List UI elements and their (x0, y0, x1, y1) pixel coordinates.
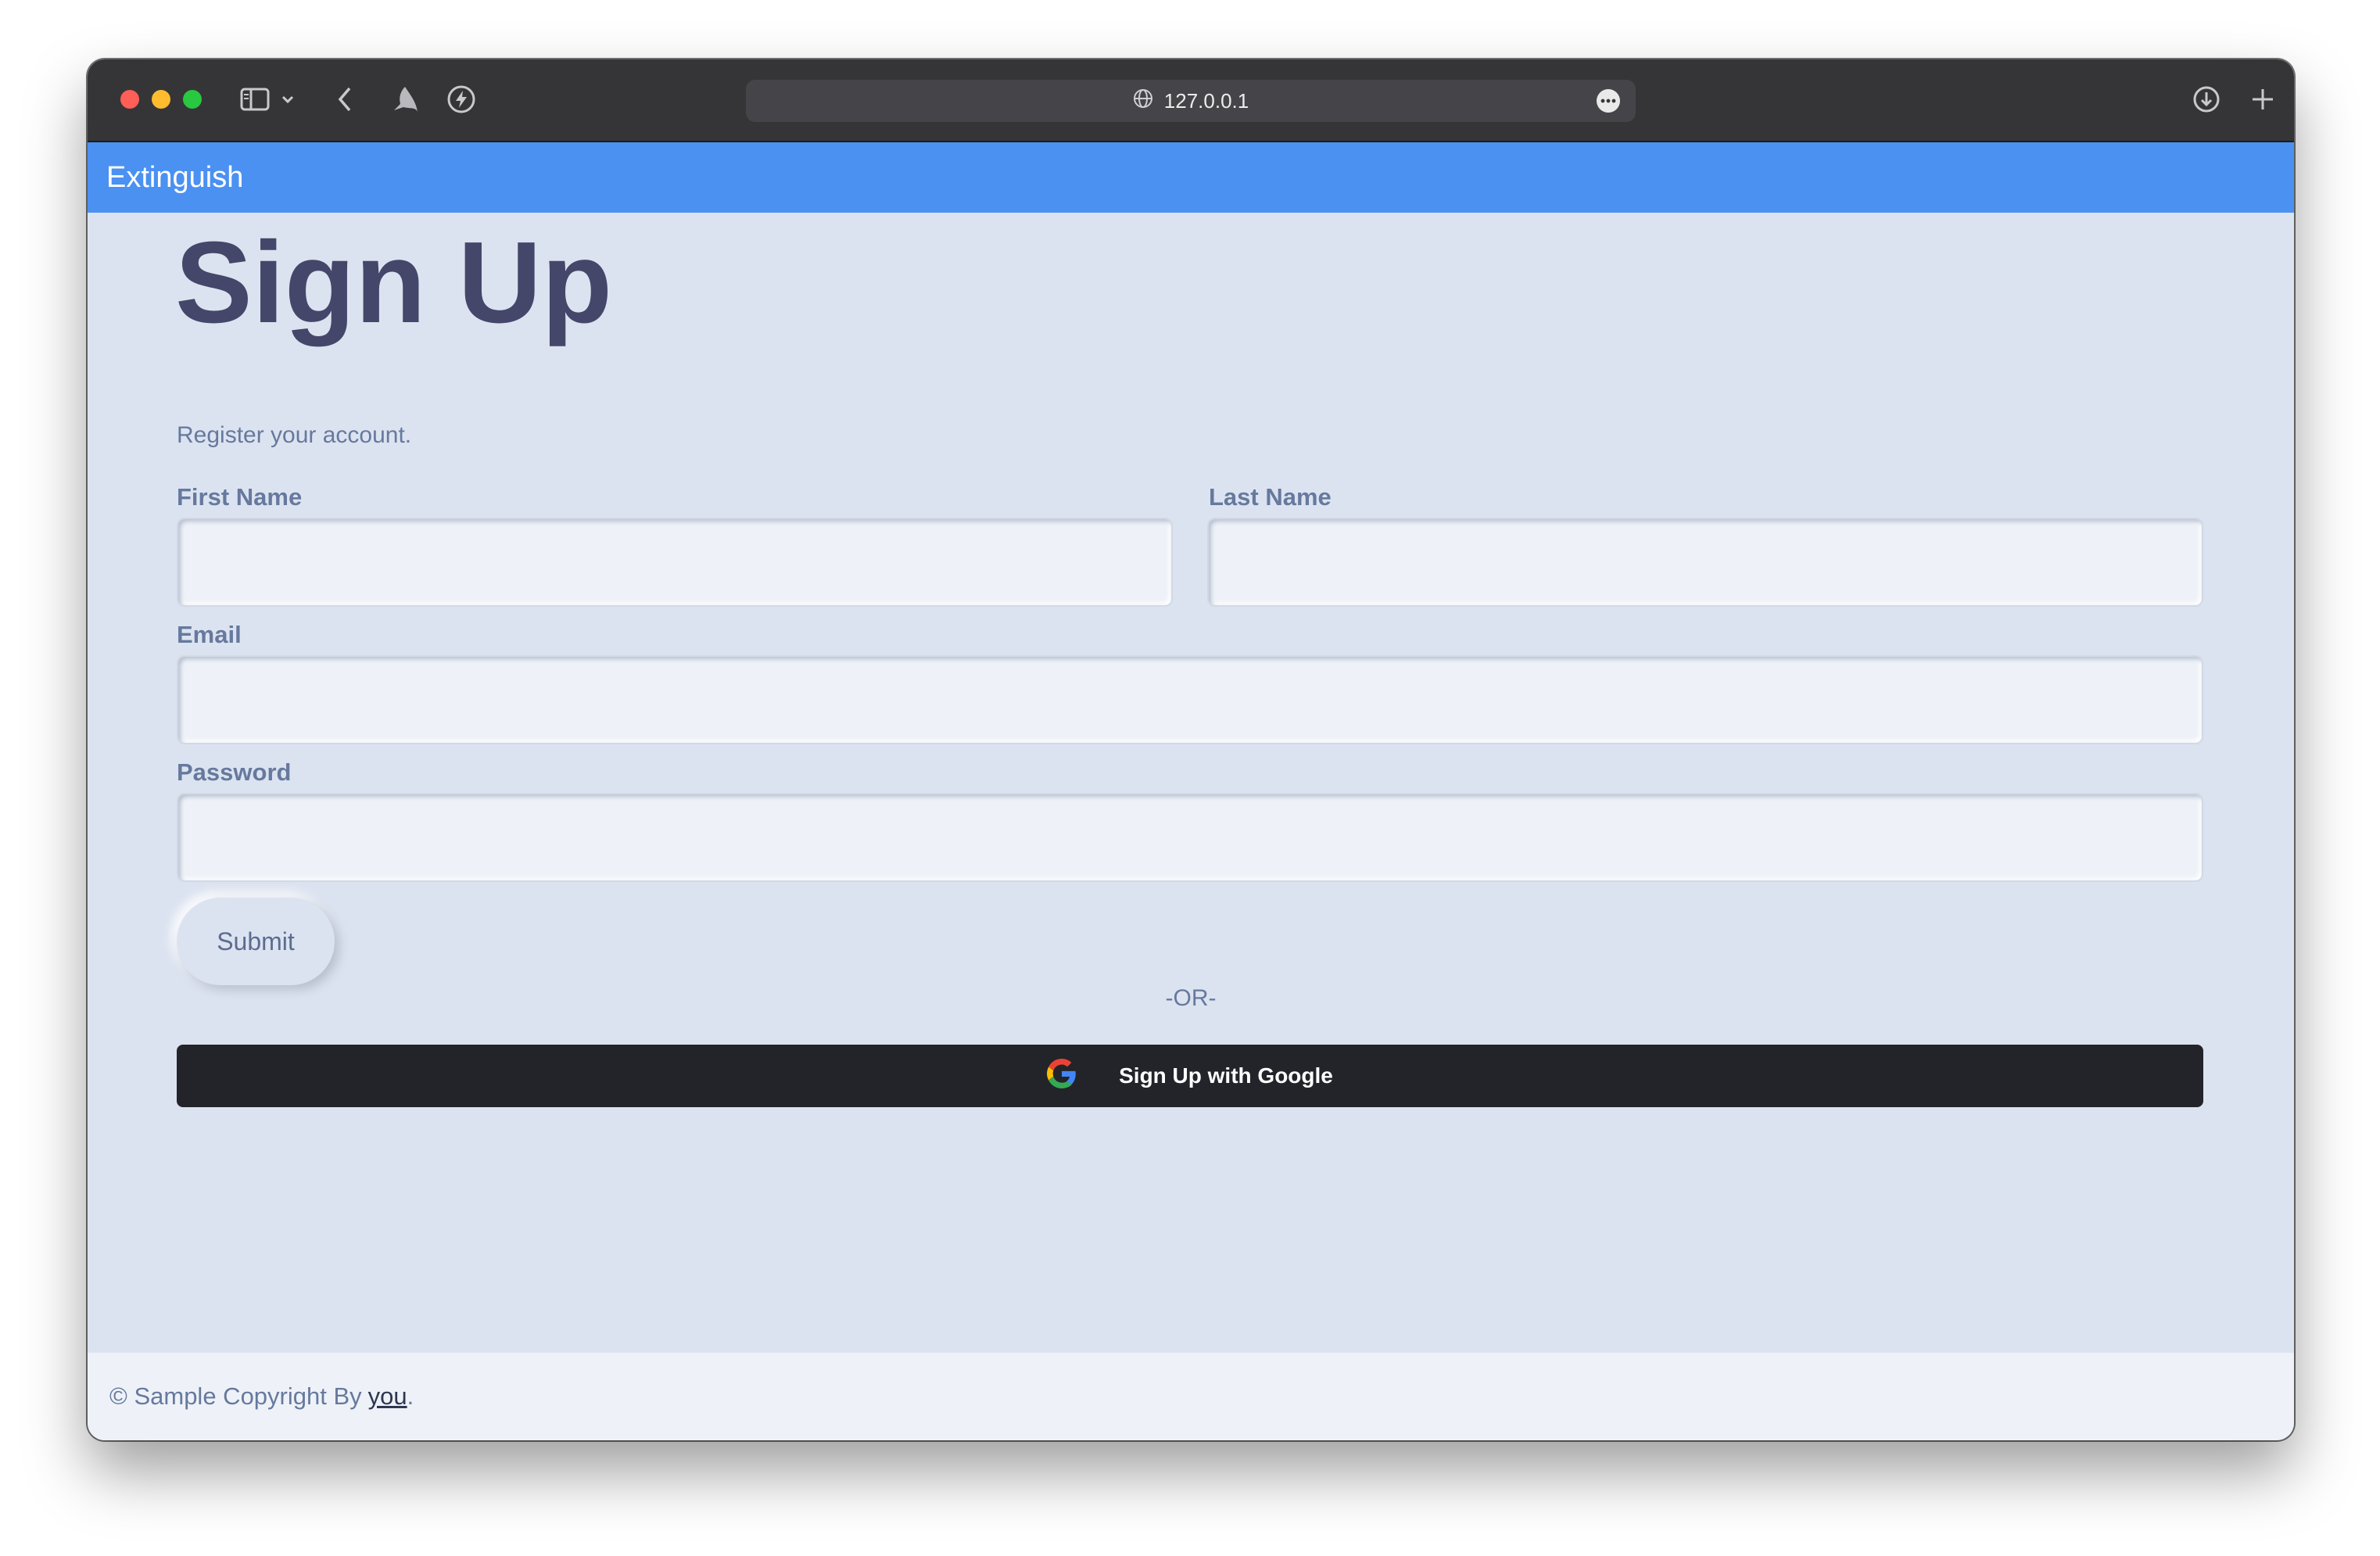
email-input[interactable] (177, 655, 2203, 744)
url-text: 127.0.0.1 (1163, 88, 1249, 113)
or-divider: -OR- (1165, 985, 1217, 1011)
footer: © Sample Copyright By you . (88, 1353, 2294, 1440)
brand-link[interactable]: Extinguish (106, 142, 243, 213)
google-icon (1047, 1058, 1077, 1094)
bolt-extension-icon[interactable] (444, 81, 479, 117)
password-input[interactable] (177, 793, 2203, 882)
last-name-input[interactable] (1207, 518, 2203, 607)
first-name-input[interactable] (177, 518, 1173, 607)
globe-icon (1133, 88, 1153, 114)
sidebar-icon[interactable] (238, 81, 272, 117)
password-label: Password (177, 758, 292, 786)
plus-icon[interactable] (2247, 81, 2278, 117)
page-subtitle: Register your account. (177, 422, 412, 448)
maximize-window-button[interactable] (183, 90, 202, 109)
close-window-button[interactable] (120, 90, 139, 109)
footer-suffix: . (407, 1382, 414, 1410)
navbar: Extinguish (88, 142, 2294, 213)
last-name-label: Last Name (1209, 483, 1332, 511)
google-button-label: Sign Up with Google (1119, 1063, 1333, 1088)
browser-window: 127.0.0.1 Extinguish Sign Up Register yo… (88, 59, 2294, 1440)
signup-form: Sign Up Register your account. First Nam… (88, 213, 2294, 1353)
first-name-label: First Name (177, 483, 303, 511)
chevron-down-icon[interactable] (278, 81, 297, 117)
footer-copyright: © Sample Copyright By (109, 1382, 362, 1410)
footer-link-you[interactable]: you (368, 1382, 407, 1411)
email-label: Email (177, 621, 242, 648)
page-title: Sign Up (175, 218, 613, 347)
submit-button[interactable]: Submit (177, 898, 335, 985)
download-icon[interactable] (2191, 81, 2222, 117)
browser-toolbar: 127.0.0.1 (88, 59, 2294, 142)
minimize-window-button[interactable] (152, 90, 170, 109)
google-signup-button[interactable]: Sign Up with Google (177, 1045, 2203, 1107)
more-icon[interactable] (1597, 89, 1620, 113)
bird-extension-icon[interactable] (388, 81, 422, 117)
address-bar[interactable]: 127.0.0.1 (746, 80, 1636, 122)
back-arrow-icon[interactable] (333, 81, 357, 117)
